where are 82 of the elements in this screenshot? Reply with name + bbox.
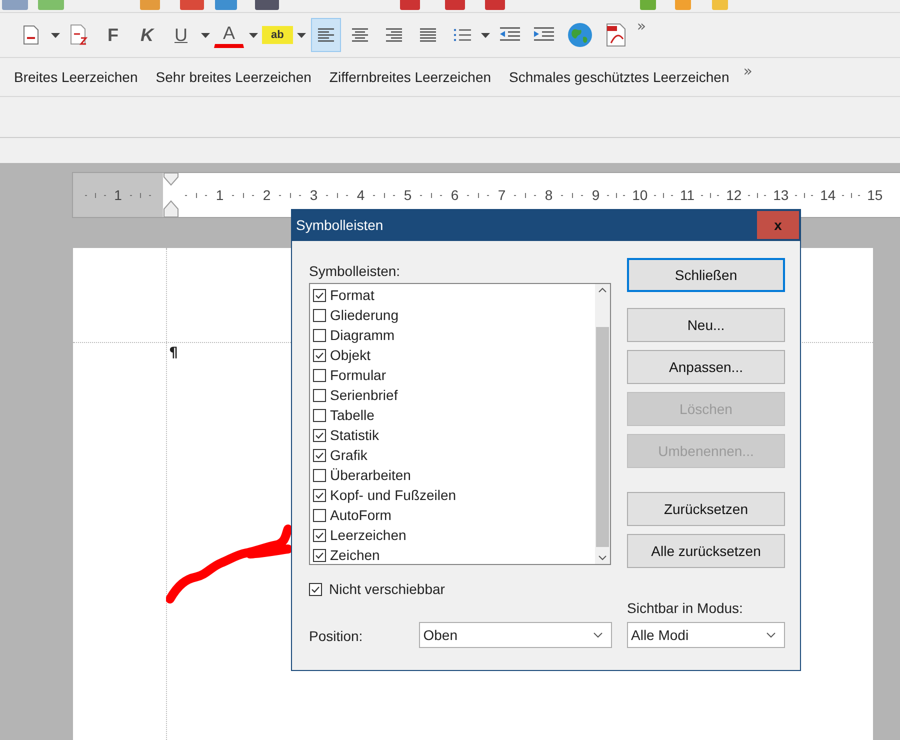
ruler-number: 6: [450, 187, 459, 203]
ruler-number: 11: [680, 187, 695, 203]
checkbox[interactable]: [313, 388, 326, 402]
ruler-number: 14: [820, 187, 836, 203]
ruler-number: 3: [310, 187, 318, 203]
dropdown-arrow-icon[interactable]: [48, 32, 62, 38]
position-label: Position:: [309, 628, 364, 644]
dropdown-arrow-icon[interactable]: [294, 32, 309, 38]
scrollbar[interactable]: [595, 284, 610, 564]
toolbar-list-item[interactable]: Diagramm: [310, 325, 595, 345]
italic-button[interactable]: K: [132, 18, 162, 52]
checkbox[interactable]: [313, 528, 326, 542]
ruler-number: 2: [262, 187, 271, 203]
ruler-number: 8: [544, 187, 553, 203]
toolbar-list-item[interactable]: Statistik: [310, 425, 595, 445]
dropdown-arrow-icon[interactable]: [198, 32, 212, 38]
ruler-number: 4: [356, 187, 365, 203]
dialog-button[interactable]: Anpassen...: [627, 350, 785, 384]
position-dropdown[interactable]: Oben: [419, 622, 612, 648]
toolbar-button[interactable]: Sehr breites Leerzeichen: [148, 65, 320, 89]
dialog-button[interactable]: Alle zurücksetzen: [627, 534, 785, 568]
toolbar-list-item[interactable]: Zeichen: [310, 545, 595, 565]
toolbar-list-item[interactable]: Leerzeichen: [310, 525, 595, 545]
toolbar-list-item[interactable]: Formular: [310, 365, 595, 385]
checkbox[interactable]: [313, 428, 326, 442]
toolbar-list-item[interactable]: Gliederung: [310, 305, 595, 325]
align-icon[interactable]: [310, 18, 341, 52]
mode-label: Sichtbar in Modus:: [627, 600, 744, 616]
checkbox[interactable]: [313, 488, 326, 502]
dialog-title: Symbolleisten: [296, 217, 384, 233]
ruler-number: 12: [726, 187, 742, 203]
ruler-number: 7: [498, 187, 506, 203]
toolbar-button[interactable]: Breites Leerzeichen: [6, 65, 146, 89]
checkbox[interactable]: [309, 582, 322, 596]
checkbox[interactable]: [313, 548, 326, 562]
bold-button[interactable]: F: [98, 18, 128, 52]
checkbox[interactable]: [313, 448, 326, 462]
checkbox[interactable]: [313, 468, 326, 482]
scroll-up-icon[interactable]: [598, 287, 607, 293]
dialog-button[interactable]: Zurücksetzen: [627, 492, 785, 526]
paragraph-mark: ¶: [169, 345, 178, 361]
checkbox[interactable]: [313, 288, 326, 302]
overflow-chevron[interactable]: »: [636, 17, 646, 35]
checkbox[interactable]: [313, 308, 326, 322]
toolbar-button[interactable]: Schmales geschütztes Leerzeichen: [501, 65, 738, 89]
ruler-number: 15: [867, 187, 883, 203]
ruler-number: 9: [592, 187, 600, 203]
scroll-down-icon[interactable]: [598, 555, 607, 561]
toolbar-list-item[interactable]: Format: [310, 285, 595, 305]
mode-dropdown[interactable]: Alle Modi: [627, 622, 785, 648]
font-color-button[interactable]: A: [214, 22, 244, 48]
checkbox-option[interactable]: Nicht verschiebbar: [309, 581, 611, 597]
toolbar-list-item[interactable]: Überarbeiten: [310, 465, 595, 485]
list-label: Symbolleisten:: [309, 263, 402, 279]
close-button[interactable]: x: [757, 211, 799, 239]
toolbar-list-item[interactable]: Tabelle: [310, 405, 595, 425]
toolbar-list-item[interactable]: AutoForm: [310, 505, 595, 525]
chevron-down-icon[interactable]: [766, 632, 776, 638]
toolbar-list-item[interactable]: Objekt: [310, 345, 595, 365]
dropdown-arrow-icon[interactable]: [478, 32, 493, 38]
checkbox[interactable]: [313, 348, 326, 362]
checkbox[interactable]: [313, 328, 326, 342]
ruler-number: 1: [216, 187, 224, 203]
dropdown-arrow-icon[interactable]: [246, 32, 260, 38]
toolbar-list-item[interactable]: Grafik: [310, 445, 595, 465]
dialog-button[interactable]: Neu...: [627, 308, 785, 342]
checkbox[interactable]: [313, 368, 326, 382]
ruler-number: 10: [632, 187, 648, 203]
checkbox[interactable]: [313, 408, 326, 422]
underline-button[interactable]: U: [166, 18, 196, 52]
checkbox[interactable]: [313, 508, 326, 522]
toolbar-button[interactable]: Ziffernbreites Leerzeichen: [321, 65, 500, 89]
dialog-button[interactable]: Schließen: [627, 258, 785, 292]
overflow-chevron[interactable]: »: [743, 62, 752, 80]
ruler-number: 1: [114, 187, 122, 203]
toolbar-list-item[interactable]: Kopf- und Fußzeilen: [310, 485, 595, 505]
ruler-number: 13: [773, 187, 789, 203]
chevron-down-icon[interactable]: [593, 632, 603, 638]
ruler-number: 5: [404, 187, 412, 203]
highlight-button[interactable]: ab: [262, 26, 293, 44]
toolbar-list-item[interactable]: Serienbrief: [310, 385, 595, 405]
indent-marker-icon[interactable]: [163, 173, 179, 217]
